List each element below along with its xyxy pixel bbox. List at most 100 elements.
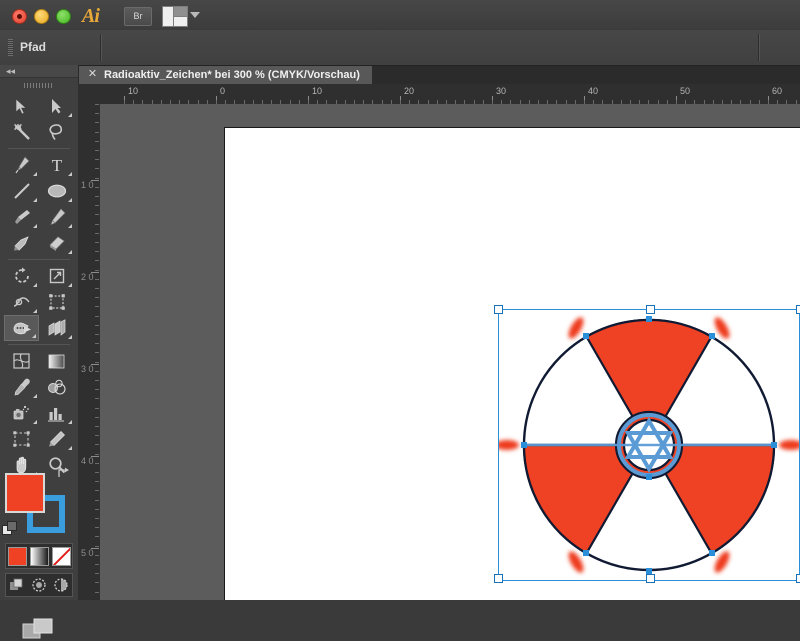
pencil-icon	[49, 208, 65, 226]
tool-magic-wand[interactable]	[4, 119, 39, 145]
tool-flyout-indicator[interactable]	[68, 113, 72, 117]
selection-handle-bc[interactable]	[646, 574, 655, 583]
horizontal-ruler[interactable]: 10 0 10 20 30 40 50 60	[100, 84, 800, 105]
selection-handle-bl[interactable]	[494, 574, 503, 583]
tool-column-graph[interactable]	[39, 400, 74, 426]
hand-icon	[16, 456, 26, 474]
document-tab-active[interactable]: ✕ Radioaktiv_Zeichen* bei 300 % (CMYK/Vo…	[78, 66, 373, 84]
artboard[interactable]: Abbildung: 20	[224, 127, 800, 600]
tool-selection[interactable]	[4, 93, 39, 119]
selection-handle-tr[interactable]	[796, 305, 800, 314]
tool-eraser[interactable]	[39, 230, 74, 256]
type-icon: T	[51, 156, 62, 174]
tool-rotate[interactable]	[4, 263, 39, 289]
width-icon	[13, 297, 30, 307]
canvas-area[interactable]: Abbildung: 20	[100, 104, 800, 600]
toolbox-panel: ◂◂ T	[0, 65, 79, 639]
selection-handle-tl[interactable]	[494, 305, 503, 314]
arrange-documents-icon[interactable]	[162, 6, 188, 27]
chevron-down-icon[interactable]	[190, 12, 200, 18]
close-icon[interactable]: ✕	[87, 69, 98, 80]
pen-icon	[15, 156, 29, 174]
ruler-label: 20	[404, 86, 415, 96]
tool-flyout-indicator[interactable]	[33, 420, 37, 424]
tool-pen[interactable]	[4, 152, 39, 178]
tool-symbol-sprayer[interactable]	[4, 400, 39, 426]
tool-flyout-indicator[interactable]	[32, 334, 36, 338]
ruler-origin-corner[interactable]	[78, 84, 101, 105]
tool-ellipse[interactable]	[39, 178, 74, 204]
lasso-icon	[48, 124, 62, 140]
fill-mode-row	[5, 543, 73, 569]
illustrator-window: Ai Br Pfad Kontur: 1 pt Gleichm. Einfach…	[0, 0, 800, 639]
tool-flyout-indicator[interactable]	[68, 198, 72, 202]
ruler-label: 30	[496, 86, 507, 96]
tool-flyout-indicator[interactable]	[33, 394, 37, 398]
selection-handle-br[interactable]	[796, 574, 800, 583]
default-fill-stroke-icon[interactable]	[2, 521, 18, 537]
artwork-group[interactable]	[494, 305, 800, 583]
zoom-button[interactable]	[56, 9, 71, 24]
tool-direct-selection[interactable]	[39, 93, 74, 119]
tool-width[interactable]	[4, 289, 39, 315]
ellipse-icon	[47, 184, 66, 198]
fill-color-box[interactable]	[5, 473, 45, 513]
draw-inside-icon[interactable]	[53, 577, 69, 593]
tool-slice[interactable]	[39, 426, 74, 452]
tool-flyout-indicator[interactable]	[68, 446, 72, 450]
color-fill-mode[interactable]	[7, 546, 27, 566]
vertical-ruler[interactable]: 1 0 2 0 3 0 4 0 5 0	[78, 104, 101, 600]
tool-free-transform[interactable]	[39, 289, 74, 315]
selection-bounding-box[interactable]	[498, 309, 800, 581]
ruler-label: 60	[772, 86, 783, 96]
tool-line-segment[interactable]	[4, 178, 39, 204]
tool-flyout-indicator[interactable]	[68, 172, 72, 176]
rotate-icon	[14, 267, 29, 283]
close-button[interactable]	[12, 9, 27, 24]
tool-eyedropper[interactable]	[4, 374, 39, 400]
none-fill-mode[interactable]	[51, 546, 71, 566]
tool-scale[interactable]	[39, 263, 74, 289]
tool-flyout-indicator[interactable]	[33, 224, 37, 228]
ruler-label: 2 0	[81, 272, 94, 282]
tool-flyout-indicator[interactable]	[68, 335, 72, 339]
tool-divider	[8, 148, 70, 149]
app-logo: Ai	[82, 5, 100, 27]
tool-blend[interactable]	[39, 374, 74, 400]
control-bar-grip[interactable]	[8, 39, 13, 56]
gradient-fill-mode[interactable]	[29, 546, 49, 566]
ruler-label: 5 0	[81, 548, 94, 558]
bridge-button[interactable]: Br	[124, 7, 152, 26]
tool-blob-brush[interactable]	[4, 230, 39, 256]
tool-flyout-indicator[interactable]	[33, 198, 37, 202]
tool-paintbrush[interactable]	[4, 204, 39, 230]
selection-handle-tc[interactable]	[646, 305, 655, 314]
ruler-label: 50	[680, 86, 691, 96]
toolbox-collapse-icon[interactable]: ◂◂	[0, 65, 78, 78]
tool-artboard[interactable]	[4, 426, 39, 452]
change-screen-mode-icon[interactable]	[22, 617, 54, 641]
swap-fill-stroke-icon[interactable]	[57, 467, 71, 479]
tool-flyout-indicator[interactable]	[33, 283, 37, 287]
tool-type[interactable]: T	[39, 152, 74, 178]
tool-flyout-indicator[interactable]	[68, 224, 72, 228]
draw-behind-icon[interactable]	[31, 577, 47, 593]
tool-flyout-indicator[interactable]	[68, 283, 72, 287]
draw-normal-icon[interactable]	[9, 577, 25, 593]
toolbox-grip[interactable]	[24, 83, 54, 88]
minimize-button[interactable]	[34, 9, 49, 24]
ruler-label: 40	[588, 86, 599, 96]
tool-flyout-indicator[interactable]	[33, 309, 37, 313]
tool-pencil[interactable]	[39, 204, 74, 230]
symbol-sprayer-icon	[13, 405, 29, 420]
tool-flyout-indicator[interactable]	[68, 420, 72, 424]
tool-perspective-grid[interactable]	[39, 315, 74, 341]
tool-mesh[interactable]	[4, 348, 39, 374]
tool-flyout-indicator[interactable]	[33, 172, 37, 176]
tool-shape-builder[interactable]	[4, 315, 39, 341]
tool-lasso[interactable]	[39, 119, 74, 145]
artboard-icon	[13, 431, 30, 447]
perspective-grid-icon	[48, 319, 66, 336]
tool-gradient[interactable]	[39, 348, 74, 374]
tool-flyout-indicator[interactable]	[68, 250, 72, 254]
